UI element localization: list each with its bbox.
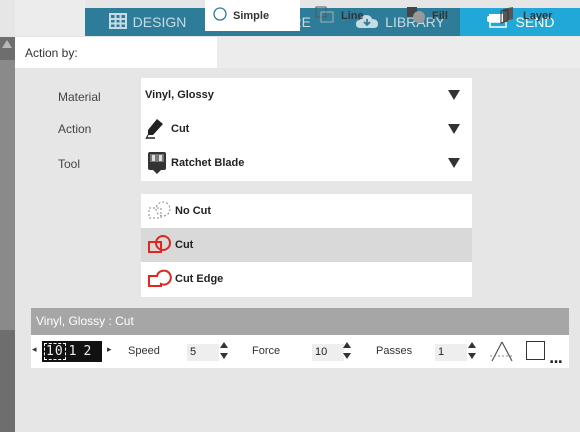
- no-cut-icon: [147, 200, 175, 222]
- cut-option-no-cut[interactable]: No Cut: [141, 194, 472, 228]
- chevron-down-icon: [448, 124, 460, 134]
- settings-header: Vinyl, Glossy : Cut: [31, 308, 569, 335]
- cut-option-label: Cut: [175, 239, 194, 251]
- chevron-down-icon: [448, 90, 460, 100]
- action-label: Action: [58, 122, 92, 136]
- tab-bar-spacer: [15, 0, 85, 36]
- cut-edge-icon: [147, 268, 175, 290]
- line-icon: [315, 6, 335, 27]
- step-down-icon: [343, 353, 351, 359]
- step-up-icon: [343, 342, 351, 348]
- mode-line[interactable]: Line: [315, 4, 364, 28]
- fill-icon: [406, 6, 426, 27]
- radio-circle-icon: [213, 7, 227, 24]
- mode-fill-label: Fill: [432, 10, 448, 22]
- properties-panel: Vinyl, Glossy Cut Ratchet Blade: [141, 78, 472, 181]
- material-dropdown[interactable]: Vinyl, Glossy: [145, 78, 470, 112]
- blade-cut-icon: [145, 118, 171, 140]
- force-label: Force: [252, 345, 281, 357]
- perforate-icon[interactable]: [489, 340, 515, 368]
- action-value: Cut: [171, 123, 190, 135]
- mode-layer-label: Layer: [523, 10, 553, 22]
- blade-digit: 2: [83, 344, 93, 359]
- layer-icon: [499, 6, 517, 27]
- step-down-icon: [468, 353, 476, 359]
- left-panel-scroll-thumb[interactable]: [0, 60, 15, 330]
- grid-icon: [108, 12, 127, 32]
- passes-field[interactable]: 1: [435, 344, 467, 361]
- arrow-right-icon[interactable]: ▸: [107, 345, 112, 355]
- step-up-icon: [468, 342, 476, 348]
- cut-option-label: No Cut: [175, 205, 212, 217]
- action-mode-group: [217, 37, 580, 68]
- speed-stepper[interactable]: [219, 341, 229, 363]
- tool-dropdown[interactable]: Ratchet Blade: [145, 146, 470, 180]
- option-checkbox[interactable]: [526, 341, 545, 360]
- step-down-icon: [220, 353, 228, 359]
- mode-layer[interactable]: Layer: [499, 4, 552, 28]
- step-up-icon: [220, 342, 228, 348]
- tab-design[interactable]: DESIGN: [85, 8, 210, 36]
- cut-option-cut-edge[interactable]: Cut Edge: [141, 262, 472, 296]
- material-value: Vinyl, Glossy: [145, 89, 214, 101]
- passes-label: Passes: [376, 345, 413, 357]
- mode-line-label: Line: [341, 10, 364, 22]
- tab-design-label: DESIGN: [132, 14, 187, 30]
- cut-option-cut[interactable]: Cut: [141, 228, 472, 262]
- cut-option-label: Cut Edge: [175, 273, 224, 285]
- material-label: Material: [58, 90, 101, 104]
- arrow-left-icon[interactable]: ◂: [32, 345, 37, 355]
- action-by-bar: Action by:: [15, 37, 580, 68]
- chevron-down-icon: [448, 158, 460, 168]
- tool-value: Ratchet Blade: [171, 157, 245, 169]
- force-stepper[interactable]: [342, 341, 352, 363]
- more-options-button[interactable]: ...: [549, 351, 563, 367]
- action-by-label: Action by:: [25, 46, 78, 60]
- mode-fill[interactable]: Fill: [406, 4, 448, 28]
- scroll-up-arrow-icon[interactable]: [2, 40, 12, 48]
- force-field[interactable]: 10: [312, 344, 344, 361]
- speed-label: Speed: [128, 345, 160, 357]
- blade-digit-selected: 10: [44, 343, 66, 360]
- cut-shape-icon: [147, 234, 175, 256]
- blade-digit: 1: [68, 344, 78, 359]
- speed-field[interactable]: 5: [187, 344, 219, 361]
- blade-setting-display[interactable]: 10 1 2: [42, 341, 102, 362]
- action-dropdown[interactable]: Cut: [145, 112, 470, 146]
- tool-label: Tool: [58, 157, 81, 171]
- mode-simple-label: Simple: [233, 9, 270, 22]
- settings-strip: ◂ 10 1 2 ▸ Speed 5 Force 10 Passes 1 ...: [31, 335, 569, 368]
- ratchet-blade-icon: [145, 152, 171, 174]
- cut-options-list: No Cut Cut Cut Edge: [141, 194, 472, 297]
- mode-simple[interactable]: Simple: [205, 0, 300, 31]
- passes-stepper[interactable]: [467, 341, 477, 363]
- left-panel-top: [0, 0, 15, 37]
